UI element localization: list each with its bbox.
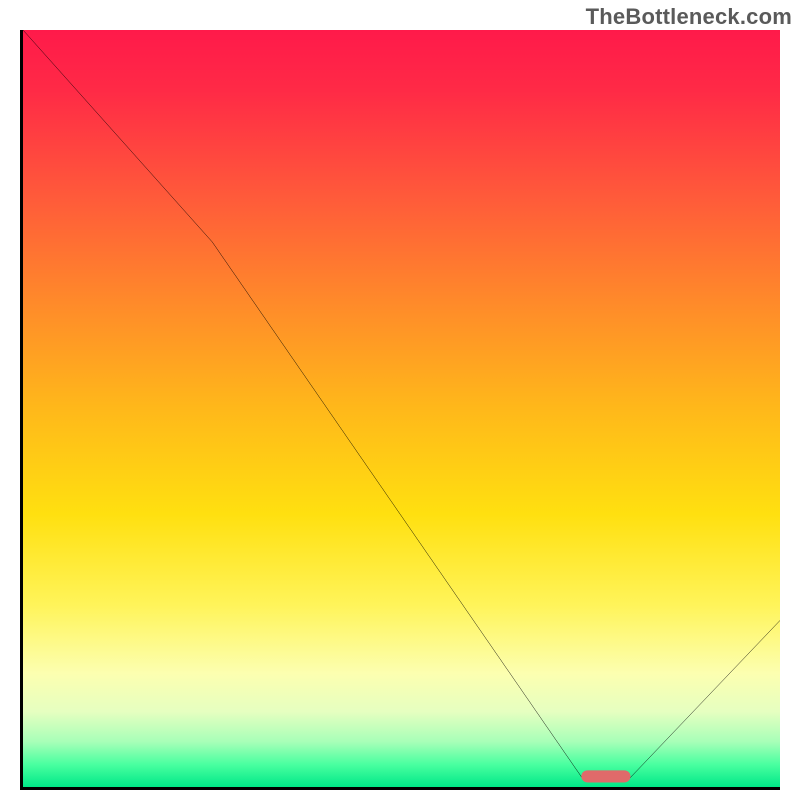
chart-frame: TheBottleneck.com: [0, 0, 800, 800]
watermark-text: TheBottleneck.com: [586, 4, 792, 30]
plot-area: [20, 30, 780, 790]
bottleneck-curve: [23, 30, 780, 781]
bottleneck-curve-svg: [23, 30, 780, 787]
optimal-marker: [581, 770, 630, 782]
